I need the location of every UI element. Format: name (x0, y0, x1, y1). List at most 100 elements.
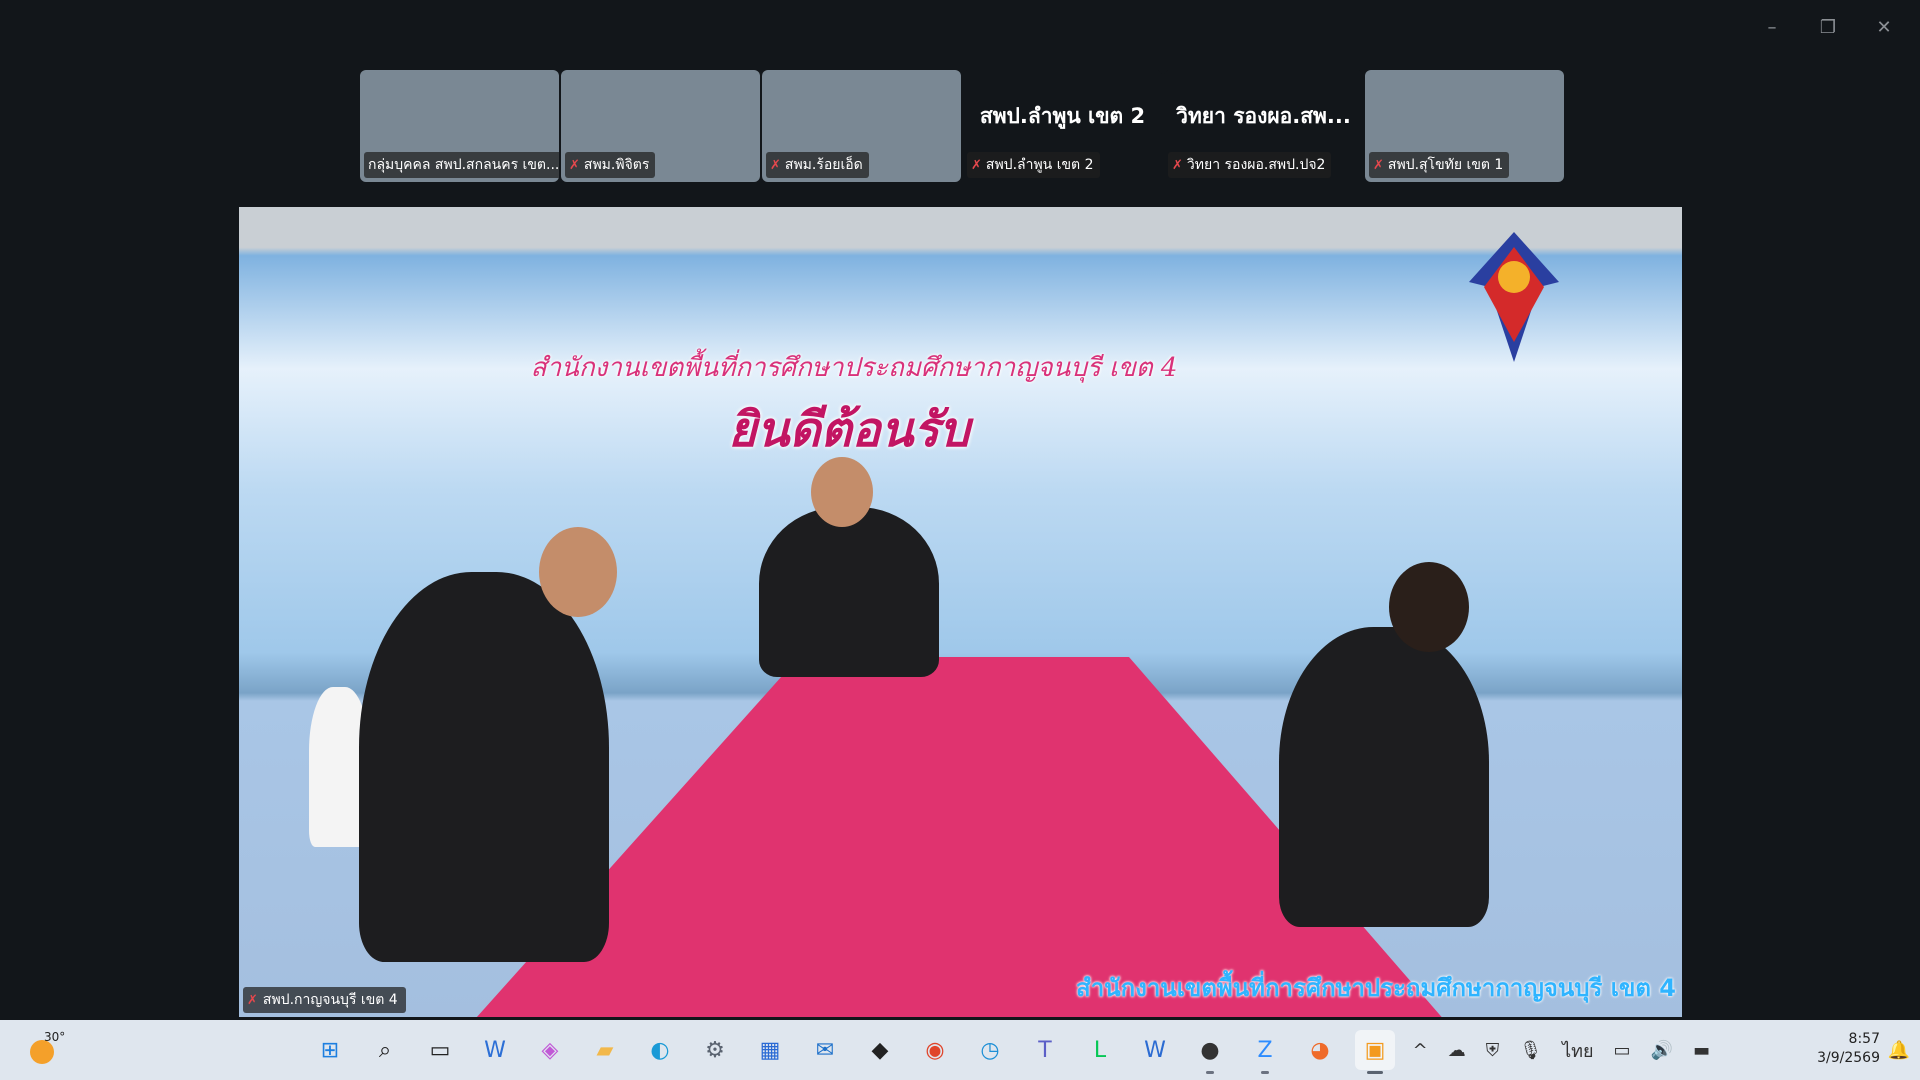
word-icon[interactable]: W (1135, 1030, 1175, 1070)
running-indicator (1261, 1071, 1269, 1074)
network-icon[interactable]: ▭ (1614, 1040, 1631, 1061)
app-orange-icon[interactable]: ▣ (1355, 1030, 1395, 1074)
participant-name: สพป.ลำพูน เขต 2 (985, 157, 1094, 173)
person-head (811, 457, 873, 527)
speaker-name-label: ✗ สพป.กาญจนบุรี เขต 4 (243, 987, 406, 1013)
battery-icon[interactable]: ▬ (1693, 1040, 1710, 1061)
edge-icon[interactable]: ◐ (640, 1030, 680, 1070)
task-view-glyph: ▭ (429, 1037, 451, 1063)
task-view-icon[interactable]: ▭ (420, 1030, 460, 1070)
line-glyph: L (1093, 1037, 1107, 1063)
chrome-icon[interactable]: ◉ (915, 1030, 955, 1070)
search-glyph: ⌕ (378, 1037, 392, 1063)
date: 3/9/2569 (1817, 1050, 1880, 1066)
main-video[interactable]: สำนักงานเขตพื้นที่การศึกษาประถมศึกษากาญจ… (239, 207, 1682, 1017)
firefox-icon[interactable]: ◕ (1300, 1030, 1340, 1070)
minimize-icon[interactable]: – (1744, 12, 1800, 42)
webex-glyph: W (484, 1037, 506, 1063)
store-glyph: ▦ (759, 1037, 781, 1063)
time: 8:57 (1848, 1031, 1880, 1047)
mic-off-icon: ✗ (971, 157, 982, 173)
firefox-glyph: ◕ (1310, 1037, 1330, 1063)
person-head (1389, 562, 1469, 652)
clock-app-icon[interactable]: ◷ (970, 1030, 1010, 1070)
weather-temp: 30° (44, 1030, 66, 1044)
window-controls: – ❐ ✕ (1744, 12, 1912, 42)
clock-app-glyph: ◷ (980, 1037, 1000, 1063)
participant-name: สพป.สุโขทัย เขต 1 (1387, 157, 1504, 173)
mic-off-icon: ✗ (569, 157, 580, 173)
chevron-up-icon[interactable]: ^ (1413, 1040, 1428, 1061)
dropbox-glyph: ◆ (871, 1037, 889, 1063)
participant-name-label: ✗ สพม.พิจิตร (565, 152, 656, 178)
search-icon[interactable]: ⌕ (365, 1030, 405, 1070)
outlook-glyph: ✉ (815, 1037, 835, 1063)
taskbar-apps: ⊞ ⌕ ▭ W ◈ ▰ ◐ ⚙ ▦ ✉ ◆ ◉ ◷ T L W ● Z ◕ ▣ (310, 1030, 1395, 1074)
file-explorer-glyph: ▰ (596, 1037, 614, 1063)
running-indicator (1206, 1071, 1214, 1074)
taskbar: 30° ⊞ ⌕ ▭ W ◈ ▰ ◐ ⚙ ▦ ✉ ◆ ◉ ◷ T L W ● Z ◕ ▣ ^ ☁ ⛨ 🎙 ไทย ▭ 🔊… (0, 1020, 1920, 1080)
start-icon[interactable]: ⊞ (310, 1030, 350, 1070)
file-explorer-icon[interactable]: ▰ (585, 1030, 625, 1070)
settings-icon[interactable]: ⚙ (695, 1030, 735, 1070)
weather-widget[interactable]: 30° (26, 1030, 66, 1068)
participant-name-label: กลุ่มบุคคล สพป.สกลนคร เขต... (364, 152, 559, 178)
participant-tile[interactable]: ✗ สพม.ร้อยเอ็ด (762, 70, 961, 182)
chrome-glyph: ◉ (925, 1037, 945, 1063)
microphone-icon[interactable]: 🎙 (1519, 1040, 1542, 1061)
system-tray: ^ ☁ ⛨ 🎙 ไทย ▭ 🔊 ▬ (1413, 1036, 1710, 1065)
app-orange-glyph: ▣ (1364, 1037, 1386, 1063)
copilot-icon[interactable]: ◈ (530, 1030, 570, 1070)
speaker-name: สพป.กาญจนบุรี เขต 4 (262, 992, 398, 1008)
onedrive-icon[interactable]: ☁ (1448, 1040, 1466, 1061)
language-indicator[interactable]: ไทย (1562, 1036, 1593, 1065)
volume-icon[interactable]: 🔊 (1651, 1040, 1673, 1061)
video-caption: สำนักงานเขตพื้นที่การศึกษาประถมศึกษากาญจ… (1076, 974, 1676, 1002)
participant-tile[interactable]: กลุ่มบุคคล สพป.สกลนคร เขต... (360, 70, 559, 182)
participant-tile[interactable]: ✗ สพม.พิจิตร (561, 70, 760, 182)
notification-bell-icon[interactable]: 🔔 (1888, 1040, 1910, 1061)
participant-display-name: วิทยา รองผอ.สพ... (1176, 104, 1351, 128)
participant-tile[interactable]: ✗ สพป.สุโขทัย เขต 1 (1365, 70, 1564, 182)
participant-name: สพม.ร้อยเอ็ด (784, 157, 863, 173)
edge-glyph: ◐ (650, 1037, 670, 1063)
close-icon[interactable]: ✕ (1856, 12, 1912, 42)
restore-icon[interactable]: ❐ (1800, 12, 1856, 42)
running-indicator (1367, 1071, 1383, 1074)
participant-name: สพม.พิจิตร (583, 157, 650, 173)
participant-name-label: ✗ วิทยา รองผอ.สพป.ปจ2 (1168, 152, 1332, 178)
person-right (1279, 627, 1489, 927)
dropbox-icon[interactable]: ◆ (860, 1030, 900, 1070)
banner-welcome: ยินดีต้อนรับ (728, 402, 970, 458)
teams-glyph: T (1038, 1037, 1052, 1063)
line-icon[interactable]: L (1080, 1030, 1120, 1070)
mic-off-icon: ✗ (1373, 157, 1384, 173)
outlook-icon[interactable]: ✉ (805, 1030, 845, 1070)
security-icon[interactable]: ⛨ (1486, 1040, 1500, 1061)
person-left (359, 572, 609, 962)
zoom-icon[interactable]: Z (1245, 1030, 1285, 1074)
participant-name-label: ✗ สพป.ลำพูน เขต 2 (967, 152, 1100, 178)
app-dark-glyph: ● (1200, 1037, 1220, 1063)
settings-glyph: ⚙ (705, 1037, 725, 1063)
teams-icon[interactable]: T (1025, 1030, 1065, 1070)
start-glyph: ⊞ (320, 1037, 340, 1063)
app-dark-icon[interactable]: ● (1190, 1030, 1230, 1074)
participant-name-label: ✗ สพม.ร้อยเอ็ด (766, 152, 869, 178)
participant-tile[interactable]: สพป.ลำพูน เขต 2 ✗ สพป.ลำพูน เขต 2 (963, 70, 1162, 182)
mic-off-icon: ✗ (247, 992, 258, 1008)
mic-off-icon: ✗ (1172, 157, 1183, 173)
zoom-glyph: Z (1257, 1037, 1273, 1063)
store-icon[interactable]: ▦ (750, 1030, 790, 1070)
copilot-glyph: ◈ (541, 1037, 559, 1063)
webex-icon[interactable]: W (475, 1030, 515, 1070)
participant-name-label: ✗ สพป.สุโขทัย เขต 1 (1369, 152, 1510, 178)
participant-tile[interactable]: วิทยา รองผอ.สพ... ✗ วิทยา รองผอ.สพป.ปจ2 (1164, 70, 1363, 182)
word-glyph: W (1144, 1037, 1166, 1063)
person-head (539, 527, 617, 617)
person-center (759, 507, 939, 677)
emblem-logo (1469, 232, 1559, 362)
clock[interactable]: 8:57 3/9/2569 (1817, 1030, 1880, 1068)
participant-name: กลุ่มบุคคล สพป.สกลนคร เขต... (368, 157, 559, 173)
participant-name: วิทยา รองผอ.สพป.ปจ2 (1186, 157, 1326, 173)
